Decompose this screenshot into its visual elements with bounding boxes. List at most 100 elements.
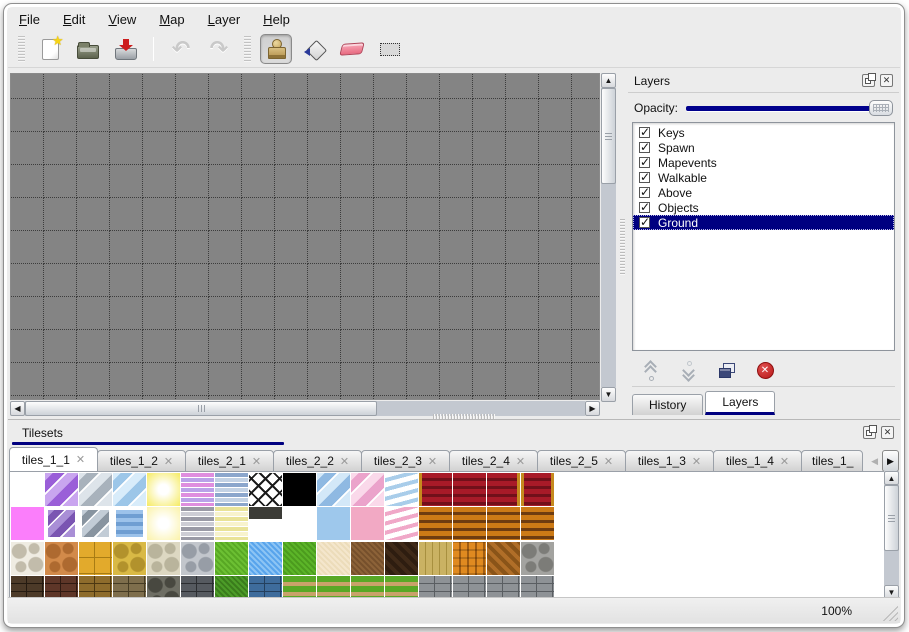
tileset-tab-tiles_2_2[interactable]: tiles_2_2✕ bbox=[273, 450, 362, 472]
tile-crystal-blue-2[interactable] bbox=[317, 473, 350, 506]
tab-close-icon[interactable]: ✕ bbox=[252, 455, 261, 468]
tile-stone-path-gold[interactable] bbox=[113, 542, 146, 575]
tab-close-icon[interactable]: ✕ bbox=[516, 455, 525, 468]
menu-help[interactable]: Help bbox=[263, 12, 290, 27]
tile-carpet-red-2[interactable] bbox=[453, 473, 486, 506]
raise-layer-icon[interactable] bbox=[640, 360, 662, 382]
tile-grass-bright[interactable] bbox=[215, 542, 248, 575]
tileset-tab-tiles_2_5[interactable]: tiles_2_5✕ bbox=[537, 450, 626, 472]
close-panel-icon[interactable]: ✕ bbox=[880, 74, 893, 87]
select-tool-button[interactable] bbox=[374, 34, 406, 64]
tile-sand[interactable] bbox=[317, 542, 350, 575]
layer-visibility-checkbox[interactable] bbox=[639, 127, 650, 138]
delete-layer-icon[interactable]: ✕ bbox=[754, 360, 776, 382]
tile-crystal-pink[interactable] bbox=[351, 473, 384, 506]
tile-wood-dark[interactable] bbox=[385, 542, 418, 575]
tile-stripes-gray[interactable] bbox=[181, 507, 214, 540]
tile-brick-gray-1[interactable] bbox=[419, 576, 452, 599]
tile-magenta[interactable] bbox=[11, 507, 44, 540]
tile-crystal-gray-small[interactable] bbox=[79, 507, 112, 540]
tabs-scroll-right-icon[interactable]: ▶ bbox=[882, 450, 899, 472]
menu-map[interactable]: Map bbox=[159, 12, 184, 27]
undo-button[interactable]: ↶ bbox=[165, 34, 197, 64]
new-map-button[interactable] bbox=[34, 34, 66, 64]
scroll-up-icon[interactable]: ▲ bbox=[601, 73, 616, 88]
duplicate-layer-icon[interactable] bbox=[716, 360, 738, 382]
tile-stripes-orange-2[interactable] bbox=[453, 507, 486, 540]
tab-close-icon[interactable]: ✕ bbox=[780, 455, 789, 468]
tile-grass-path-4[interactable] bbox=[385, 576, 418, 599]
tile-stones-gray[interactable] bbox=[181, 542, 214, 575]
scroll-left-icon[interactable]: ◀ bbox=[10, 401, 25, 416]
tile-grass-path-2[interactable] bbox=[317, 576, 350, 599]
tileset-tab-tiles_1_2[interactable]: tiles_1_2✕ bbox=[97, 450, 186, 472]
layer-row-keys[interactable]: Keys bbox=[633, 125, 894, 140]
tile-tile-gold[interactable] bbox=[79, 542, 112, 575]
tab-history[interactable]: History bbox=[632, 394, 703, 415]
tile-basket-weave[interactable] bbox=[453, 542, 486, 575]
layer-visibility-checkbox[interactable] bbox=[639, 172, 650, 183]
tab-close-icon[interactable]: ✕ bbox=[76, 453, 85, 466]
layer-visibility-checkbox[interactable] bbox=[639, 187, 650, 198]
eraser-tool-button[interactable] bbox=[336, 34, 368, 64]
tileset-tab-tiles_2_1[interactable]: tiles_2_1✕ bbox=[185, 450, 274, 472]
tile-cobble-orange[interactable] bbox=[45, 542, 78, 575]
tile-lattice[interactable] bbox=[249, 473, 282, 506]
map-canvas[interactable] bbox=[10, 73, 600, 400]
menu-edit[interactable]: Edit bbox=[63, 12, 85, 27]
tile-plaque-dark[interactable] bbox=[249, 507, 282, 540]
tile-grass-path-1[interactable] bbox=[283, 576, 316, 599]
tab-close-icon[interactable]: ✕ bbox=[164, 455, 173, 468]
menu-view[interactable]: View bbox=[108, 12, 136, 27]
layer-row-above[interactable]: Above bbox=[633, 185, 894, 200]
tile-water[interactable] bbox=[249, 542, 282, 575]
menu-file[interactable]: File bbox=[19, 12, 40, 27]
layer-row-spawn[interactable]: Spawn bbox=[633, 140, 894, 155]
tabs-scroll-left-icon[interactable]: ◀ bbox=[869, 456, 880, 467]
layer-row-walkable[interactable]: Walkable bbox=[633, 170, 894, 185]
tile-stripes-orange-1[interactable] bbox=[419, 507, 452, 540]
tile-carpet-red-1[interactable] bbox=[419, 473, 452, 506]
tile-crystal-purple-small[interactable] bbox=[45, 507, 78, 540]
tileset-tab-tiles_1_1[interactable]: tiles_1_1✕ bbox=[9, 447, 98, 472]
toolbar-grip[interactable] bbox=[18, 36, 25, 62]
tile-brick-tan[interactable] bbox=[113, 576, 146, 599]
menu-layer[interactable]: Layer bbox=[208, 12, 241, 27]
tileset-tab-tiles_1_3[interactable]: tiles_1_3✕ bbox=[625, 450, 714, 472]
fill-tool-button[interactable] bbox=[298, 34, 330, 64]
opacity-slider[interactable] bbox=[686, 100, 893, 116]
tab-close-icon[interactable]: ✕ bbox=[604, 455, 613, 468]
tile-grass-path-3[interactable] bbox=[351, 576, 384, 599]
tile-carpet-red-4[interactable] bbox=[521, 473, 554, 506]
scroll-up-icon[interactable]: ▲ bbox=[884, 471, 899, 485]
float-panel-icon[interactable] bbox=[862, 74, 875, 87]
tileset-tab-tiles_2_3[interactable]: tiles_2_3✕ bbox=[361, 450, 450, 472]
tile-water-blue-small[interactable] bbox=[113, 507, 146, 540]
tile-dirt[interactable] bbox=[351, 542, 384, 575]
tile-solid-pink[interactable] bbox=[351, 507, 384, 540]
tile-hedge-green[interactable] bbox=[215, 576, 248, 599]
tile-brick-gray-4[interactable] bbox=[521, 576, 554, 599]
tile-stripes-pink[interactable] bbox=[181, 473, 214, 506]
tile-stripes-orange-4[interactable] bbox=[521, 507, 554, 540]
tileset-tab-tiles_1_4[interactable]: tiles_1_4✕ bbox=[713, 450, 802, 472]
layer-row-objects[interactable]: Objects bbox=[633, 200, 894, 215]
close-panel-icon[interactable]: ✕ bbox=[881, 426, 894, 439]
tile-brick-gold[interactable] bbox=[79, 576, 112, 599]
open-map-button[interactable] bbox=[72, 34, 104, 64]
opacity-slider-handle[interactable] bbox=[869, 100, 893, 116]
tile-planks-vertical[interactable] bbox=[419, 542, 452, 575]
tab-close-icon[interactable]: ✕ bbox=[692, 455, 701, 468]
save-map-button[interactable] bbox=[110, 34, 142, 64]
tile-brick-gray-dark[interactable] bbox=[181, 576, 214, 599]
scroll-right-icon[interactable]: ▶ bbox=[585, 401, 600, 416]
tile-crystal-gray[interactable] bbox=[79, 473, 112, 506]
tile-pebbles-cream[interactable] bbox=[147, 542, 180, 575]
tile-ribbon-blue[interactable] bbox=[385, 473, 418, 506]
tile-grass[interactable] bbox=[283, 542, 316, 575]
tile-logs-gray[interactable] bbox=[521, 542, 554, 575]
tile-stone-path-white[interactable] bbox=[11, 542, 44, 575]
tile-herringbone-wood[interactable] bbox=[487, 542, 520, 575]
tile-solid-blue[interactable] bbox=[317, 507, 350, 540]
layer-visibility-checkbox[interactable] bbox=[639, 217, 650, 228]
